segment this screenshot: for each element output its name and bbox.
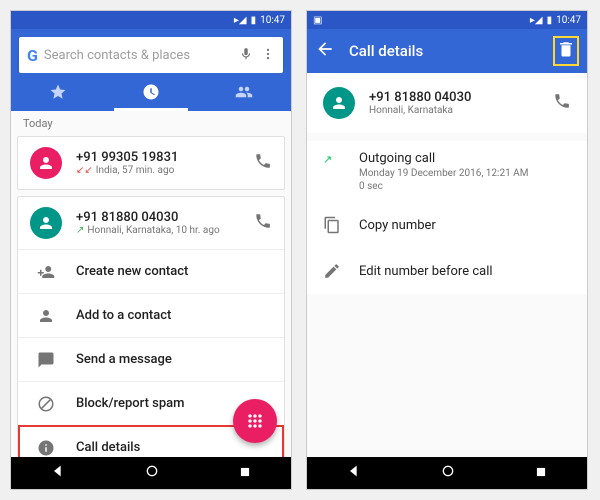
tab-contacts[interactable] [198, 73, 291, 111]
option-send-message[interactable]: Send a message [18, 337, 284, 381]
search-placeholder: Search contacts & places [44, 48, 239, 63]
contact-header[interactable]: +91 81880 04030 Honnali, Karnataka [307, 73, 587, 133]
block-icon [30, 395, 62, 413]
call-entry[interactable]: +91 81880 04030 ↗Honnali, Karnataka, 10 … [18, 197, 284, 249]
call-info: ↗ Outgoing call Monday 19 December 2016,… [307, 141, 587, 202]
detail-app-bar: Call details [307, 29, 587, 73]
contact-number: +91 81880 04030 [369, 90, 553, 105]
call-meta: India, 57 min. ago [96, 165, 175, 176]
signal-icon: ▸◢ [234, 15, 247, 26]
avatar [30, 207, 62, 239]
nav-bar [307, 457, 587, 489]
call-number: +91 81880 04030 [76, 210, 254, 225]
avatar [323, 87, 355, 119]
status-bar: ▸◢ ▮ 10:47 [11, 11, 291, 29]
signal-icon: ▸◢ [530, 15, 543, 26]
nav-home[interactable] [440, 463, 456, 483]
option-label: Add to a contact [76, 308, 171, 323]
battery-icon: ▮ [547, 15, 553, 26]
battery-icon: ▮ [251, 15, 257, 26]
search-box[interactable]: G Search contacts & places [19, 37, 283, 73]
delete-icon[interactable] [553, 36, 579, 66]
phone-icon[interactable] [254, 152, 272, 174]
action-copy-number[interactable]: Copy number [307, 202, 587, 248]
back-icon[interactable] [315, 39, 335, 63]
info-icon [30, 439, 62, 457]
contact-location: Honnali, Karnataka [369, 105, 553, 116]
action-label: Edit number before call [359, 264, 493, 279]
nav-recents[interactable] [534, 464, 548, 483]
copy-icon [323, 216, 359, 234]
tabs [11, 73, 291, 111]
google-g-icon: G [27, 46, 38, 65]
nav-back[interactable] [50, 463, 66, 483]
phone-call-details: ▣ ▸◢ ▮ 10:47 Call details +91 81880 0403… [306, 10, 588, 490]
call-meta: Honnali, Karnataka, 10 hr. ago [87, 225, 219, 236]
more-icon[interactable] [261, 46, 275, 65]
outgoing-arrow-icon: ↗ [76, 225, 84, 236]
call-number: +91 99305 19831 [76, 150, 254, 165]
section-today: Today [11, 111, 291, 136]
phone-icon[interactable] [553, 92, 571, 114]
status-time: 10:47 [556, 15, 581, 26]
message-icon [30, 351, 62, 369]
call-log-content: Today +91 99305 19831 ↙↙India, 57 min. a… [11, 111, 291, 457]
person-add-icon [30, 263, 62, 281]
detail-content: +91 81880 04030 Honnali, Karnataka ↗ Out… [307, 73, 587, 457]
phone-call-log: ▸◢ ▮ 10:47 G Search contacts & places To… [10, 10, 292, 490]
nav-bar [11, 457, 291, 489]
action-edit-number[interactable]: Edit number before call [307, 248, 587, 294]
avatar [30, 147, 62, 179]
nav-recents[interactable] [238, 464, 252, 483]
edit-icon [323, 262, 359, 280]
call-type: Outgoing call [359, 151, 571, 166]
status-time: 10:47 [260, 15, 285, 26]
outgoing-arrow-icon: ↗ [323, 153, 332, 166]
mic-icon[interactable] [239, 46, 253, 65]
phone-icon[interactable] [254, 212, 272, 234]
call-time: Monday 19 December 2016, 12:21 AM [359, 168, 571, 179]
person-icon [30, 307, 62, 325]
option-add-contact[interactable]: Add to a contact [18, 293, 284, 337]
option-label: Send a message [76, 352, 172, 367]
tab-recents[interactable] [104, 73, 197, 111]
screenshot-icon: ▣ [313, 15, 322, 26]
nav-back[interactable] [346, 463, 362, 483]
option-create-contact[interactable]: Create new contact [18, 249, 284, 293]
call-entry[interactable]: +91 99305 19831 ↙↙India, 57 min. ago [18, 137, 284, 189]
nav-home[interactable] [144, 463, 160, 483]
page-title: Call details [349, 42, 553, 60]
call-entry-card: +91 99305 19831 ↙↙India, 57 min. ago [17, 136, 285, 190]
option-label: Call details [76, 440, 140, 455]
action-label: Copy number [359, 218, 436, 233]
option-label: Block/report spam [76, 396, 184, 411]
option-label: Create new contact [76, 264, 188, 279]
call-duration: 0 sec [359, 181, 571, 192]
app-bar: G Search contacts & places [11, 29, 291, 111]
dialpad-fab[interactable] [233, 399, 277, 443]
status-bar: ▣ ▸◢ ▮ 10:47 [307, 11, 587, 29]
tab-favorites[interactable] [11, 73, 104, 111]
missed-arrows-icon: ↙↙ [76, 165, 93, 176]
